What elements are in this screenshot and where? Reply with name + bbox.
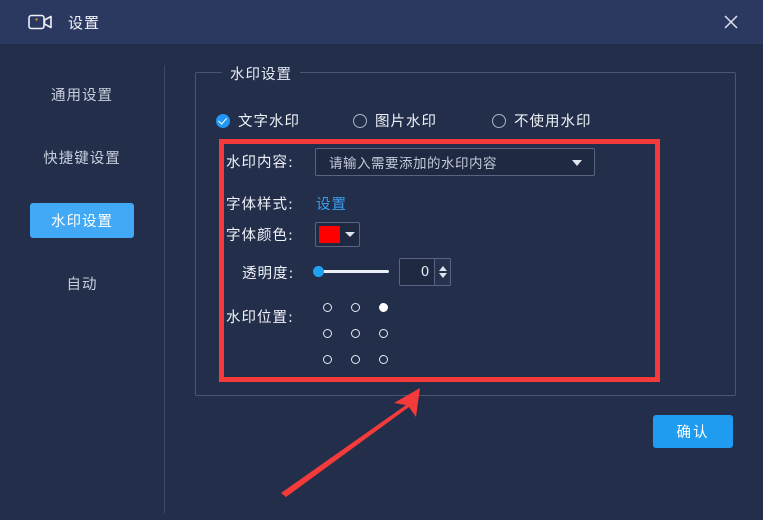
sidebar: 通用设置 快捷键设置 水印设置 自动 — [0, 44, 164, 520]
radio-dot-icon — [378, 329, 388, 338]
spinner-up-icon[interactable] — [438, 266, 447, 271]
radio-dot-icon — [350, 355, 360, 364]
close-icon[interactable] — [717, 8, 745, 36]
watermark-position-label: 水印位置: — [226, 309, 294, 326]
slider-handle[interactable] — [313, 266, 324, 277]
radio-image-watermark[interactable]: 图片水印 — [353, 110, 437, 131]
radio-label: 不使用水印 — [514, 114, 592, 130]
radio-dot-icon — [350, 303, 360, 312]
sidebar-item-label: 快捷键设置 — [43, 151, 121, 167]
position-row-middle — [313, 329, 397, 338]
radio-dot-icon — [378, 355, 388, 364]
content-label-row: 水印内容: — [226, 148, 294, 174]
watermark-type-radio-group: 文字水印 图片水印 不使用水印 — [216, 110, 676, 132]
watermark-content-combobox[interactable]: 请输入需要添加的水印内容 — [315, 148, 595, 176]
chevron-down-icon — [572, 160, 582, 166]
opacity-value: 0 — [420, 264, 430, 280]
opacity-spinbox[interactable]: 0 — [399, 258, 451, 286]
chevron-down-icon — [345, 232, 355, 237]
color-swatch — [319, 226, 340, 243]
confirm-button[interactable]: 确认 — [653, 415, 733, 448]
annotation-arrow — [281, 388, 420, 497]
position-bottom-left[interactable] — [313, 355, 341, 364]
position-middle-left[interactable] — [313, 329, 341, 338]
sidebar-item-label: 自动 — [66, 277, 98, 293]
radio-mark-icon — [492, 113, 506, 128]
radio-label: 图片水印 — [375, 114, 437, 130]
radio-mark-icon — [353, 113, 367, 128]
radio-mark-icon — [216, 113, 230, 128]
radio-label: 文字水印 — [238, 114, 300, 130]
radio-dot-icon — [378, 303, 388, 312]
spinner-down-icon[interactable] — [438, 273, 447, 278]
font-style-label: 字体样式: — [226, 196, 294, 213]
spinner-buttons[interactable] — [434, 258, 451, 286]
position-middle-right[interactable] — [369, 329, 397, 338]
group-title: 水印设置 — [222, 63, 300, 84]
sidebar-item-label: 通用设置 — [51, 88, 113, 104]
opacity-label: 透明度: — [242, 265, 295, 282]
font-style-label-row: 字体样式: — [226, 190, 294, 216]
sidebar-item-general[interactable]: 通用设置 — [30, 77, 134, 112]
font-color-picker[interactable] — [315, 222, 360, 247]
position-bottom-right[interactable] — [369, 355, 397, 364]
opacity-label-row: 透明度: — [242, 259, 294, 285]
window-title: 设置 — [68, 13, 101, 32]
sidebar-item-label: 水印设置 — [51, 214, 113, 230]
position-top-right[interactable] — [369, 303, 397, 312]
position-middle-center[interactable] — [341, 329, 369, 338]
video-camera-icon — [28, 12, 54, 32]
watermark-content-label: 水印内容: — [226, 154, 294, 171]
position-top-center[interactable] — [341, 303, 369, 312]
position-row-bottom — [313, 355, 397, 364]
position-top-left[interactable] — [313, 303, 341, 312]
sidebar-divider — [164, 65, 165, 513]
font-style-settings-link[interactable]: 设置 — [316, 193, 347, 214]
watermark-position-grid — [313, 303, 397, 381]
font-color-label-row: 字体颜色: — [226, 221, 294, 247]
title-bar: 设置 — [0, 0, 763, 44]
opacity-slider[interactable] — [313, 266, 389, 278]
position-row-top — [313, 303, 397, 312]
radio-text-watermark[interactable]: 文字水印 — [216, 110, 300, 131]
watermark-content-placeholder: 请输入需要添加的水印内容 — [329, 156, 497, 172]
font-color-label: 字体颜色: — [226, 227, 294, 244]
sidebar-item-auto[interactable]: 自动 — [30, 266, 134, 301]
radio-dot-icon — [322, 303, 332, 312]
sidebar-item-hotkeys[interactable]: 快捷键设置 — [30, 140, 134, 175]
radio-dot-icon — [350, 329, 360, 338]
radio-dot-icon — [322, 329, 332, 338]
position-label-row: 水印位置: — [226, 303, 294, 329]
radio-no-watermark[interactable]: 不使用水印 — [492, 110, 592, 131]
position-bottom-center[interactable] — [341, 355, 369, 364]
radio-dot-icon — [322, 355, 332, 364]
slider-track — [318, 270, 389, 273]
sidebar-item-watermark[interactable]: 水印设置 — [30, 203, 134, 238]
